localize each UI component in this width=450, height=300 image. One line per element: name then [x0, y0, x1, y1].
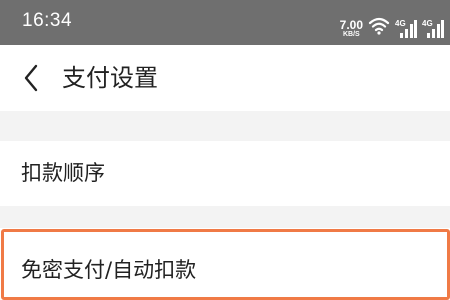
signal-icon: 4G	[422, 19, 444, 39]
nav-bar: 支付设置	[0, 45, 450, 111]
section-divider	[0, 111, 450, 141]
settings-item-deduction-order[interactable]: 扣款顺序	[0, 141, 450, 206]
settings-item-password-free-payment[interactable]: 免密支付/自动扣款	[0, 228, 450, 300]
section-divider	[0, 206, 450, 228]
page-title: 支付设置	[62, 64, 158, 92]
status-icons: 7.00 KB/S 4G 4G	[340, 17, 444, 39]
network-speed-unit: KB/S	[342, 31, 360, 38]
status-bar: 16:34 7.00 KB/S 4G 4G	[0, 0, 450, 45]
settings-item-label: 免密支付/自动扣款	[21, 258, 197, 282]
network-speed-value: 7.00	[339, 18, 363, 32]
status-time: 16:34	[22, 10, 73, 31]
settings-item-label: 扣款顺序	[21, 161, 105, 185]
wifi-icon	[368, 17, 390, 39]
network-speed: 7.00 KB/S	[340, 19, 363, 39]
signal-icon: 4G	[395, 19, 417, 39]
chevron-left-icon[interactable]	[14, 61, 48, 95]
